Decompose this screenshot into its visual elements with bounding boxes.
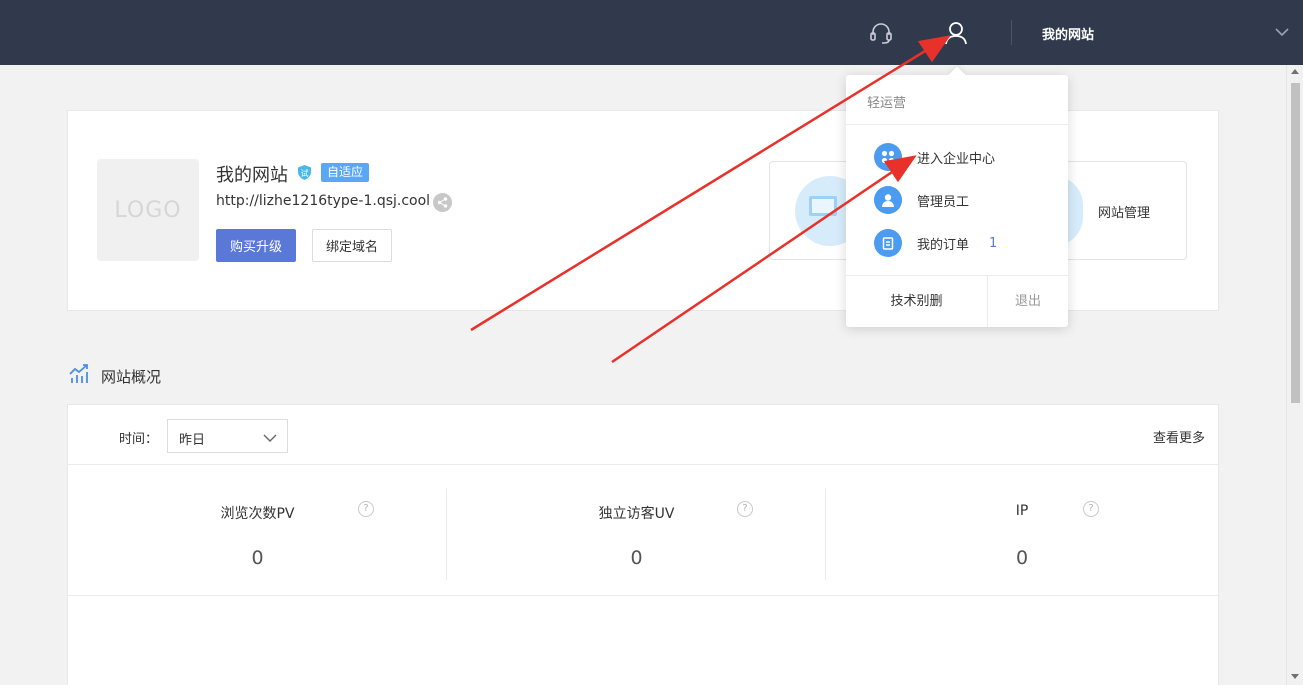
menu-item-my-orders[interactable]: 我的订单 1 — [874, 228, 1054, 258]
buy-upgrade-button[interactable]: 购买升级 — [216, 229, 296, 262]
dropdown-divider — [846, 124, 1068, 125]
dropdown-header: 轻运营 — [867, 96, 907, 111]
clipboard-icon — [874, 229, 902, 257]
menu-item-label: 我的订单 — [917, 237, 970, 253]
site-title: 我的网站 — [216, 165, 288, 186]
help-icon[interactable]: ? — [358, 501, 374, 517]
time-filter-value: 昨日 — [179, 433, 206, 448]
site-url[interactable]: http://lizhe1216type-1.qsj.cool — [216, 193, 430, 209]
stat-value: 0 — [630, 547, 643, 569]
trial-shield-icon: 试 — [296, 164, 313, 181]
scrollbar-thumb[interactable] — [1291, 83, 1300, 403]
trial-badge-label: 试 — [301, 168, 309, 178]
chevron-down-icon — [263, 431, 277, 447]
menu-item-enterprise-center[interactable]: 进入企业中心 — [874, 142, 1054, 172]
stat-name: 浏览次数PV — [220, 506, 295, 522]
stat-name: 独立访客UV — [598, 506, 675, 522]
bind-domain-button[interactable]: 绑定域名 — [312, 229, 392, 262]
time-filter-label: 时间： — [119, 432, 159, 447]
scroll-down-arrow-icon[interactable] — [1291, 674, 1299, 679]
stat-value: 0 — [251, 547, 264, 569]
time-filter-select[interactable]: 昨日 — [167, 419, 288, 453]
trend-chart-icon — [69, 364, 89, 388]
stat-name: IP — [1015, 503, 1029, 519]
site-logo-placeholder[interactable]: LOGO — [97, 159, 199, 261]
adaptive-tag: 自适应 — [321, 163, 370, 182]
grid-icon — [874, 143, 902, 171]
headset-icon[interactable] — [866, 18, 896, 48]
user-dropdown-menu: 轻运营 进入企业中心 管理员工 我的订单 1 技术别删 退出 — [846, 66, 1068, 327]
current-site-name[interactable]: 我的网站 — [1042, 24, 1094, 43]
overview-stats-card: 时间： 昨日 查看更多 浏览次数PV ? 0 独立访客UV ? 0 IP ? 0 — [67, 404, 1219, 685]
share-icon[interactable] — [433, 193, 452, 212]
menu-item-label: 管理员工 — [917, 194, 970, 210]
top-navbar: 我的网站 — [0, 0, 1303, 65]
chevron-down-icon[interactable] — [1274, 26, 1290, 42]
overview-section-heading: 网站概况 — [69, 364, 161, 388]
website-management-label[interactable]: 网站管理 — [1098, 202, 1150, 221]
stat-ip: IP ? 0 — [826, 465, 1218, 595]
stat-value: 0 — [1015, 547, 1029, 569]
stats-divider-bottom — [68, 595, 1218, 596]
scroll-up-arrow-icon[interactable] — [1291, 69, 1299, 74]
logout-button[interactable]: 退出 — [988, 276, 1068, 327]
page-scrollbar[interactable] — [1286, 65, 1303, 685]
stat-pv: 浏览次数PV ? 0 — [68, 465, 447, 595]
dropdown-pointer — [948, 66, 966, 84]
stat-uv: 独立访客UV ? 0 — [447, 465, 826, 595]
user-icon[interactable] — [941, 18, 971, 48]
order-count-badge: 1 — [989, 235, 998, 251]
tech-dont-delete-button[interactable]: 技术别删 — [846, 276, 987, 327]
overview-title: 网站概况 — [101, 367, 162, 386]
help-icon[interactable]: ? — [1083, 501, 1099, 517]
menu-item-label: 进入企业中心 — [917, 151, 996, 167]
person-icon — [874, 186, 902, 214]
menu-item-manage-staff[interactable]: 管理员工 — [874, 185, 1054, 215]
help-icon[interactable]: ? — [737, 501, 753, 517]
view-more-link[interactable]: 查看更多 — [1153, 427, 1205, 446]
topbar-divider — [1011, 20, 1012, 45]
